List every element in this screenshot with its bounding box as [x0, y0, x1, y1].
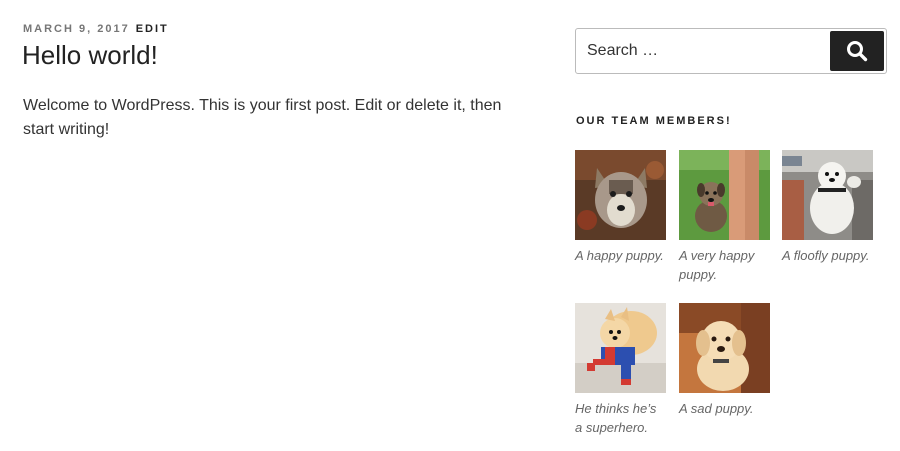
- white-fluffy-puppy-photo: [782, 150, 873, 240]
- labrador-puppy-photo: [679, 303, 770, 393]
- gallery-thumbnail-link[interactable]: [575, 150, 666, 240]
- post-title: Hello world!: [22, 40, 158, 70]
- puppy-in-costume-photo: [575, 303, 666, 393]
- widget-title: OUR TEAM MEMBERS!: [576, 115, 732, 127]
- gallery-caption: A very happy puppy.: [679, 248, 755, 282]
- gallery-item: He thinks he’s a superhero.: [575, 303, 667, 437]
- gallery-item: A happy puppy.: [575, 150, 667, 265]
- gallery-thumbnail-link[interactable]: [679, 303, 770, 393]
- gallery-thumbnail-link[interactable]: [575, 303, 666, 393]
- gallery-item: A very happy puppy.: [679, 150, 771, 284]
- edit-post-link[interactable]: EDIT: [136, 23, 169, 35]
- search-icon: [847, 41, 868, 62]
- post-date-link[interactable]: MARCH 9, 2017: [23, 23, 130, 35]
- search-submit-button[interactable]: [830, 31, 884, 71]
- gallery-item: A floofly puppy.: [782, 150, 874, 265]
- search-input[interactable]: [576, 29, 828, 73]
- husky-puppy-photo: [575, 150, 666, 240]
- gallery-item: A sad puppy.: [679, 303, 771, 418]
- puppy-on-grass-photo: [679, 150, 770, 240]
- search-form: [575, 28, 887, 74]
- gallery-thumbnail-link[interactable]: [782, 150, 873, 240]
- gallery-caption: A floofly puppy.: [782, 248, 870, 263]
- gallery-caption: A sad puppy.: [679, 401, 754, 416]
- post-content: Welcome to WordPress. This is your first…: [23, 97, 502, 138]
- gallery-caption: A happy puppy.: [575, 248, 664, 263]
- entry-meta: MARCH 9, 2017 EDIT: [23, 23, 169, 35]
- gallery-thumbnail-link[interactable]: [679, 150, 770, 240]
- gallery-caption: He thinks he’s a superhero.: [575, 401, 657, 435]
